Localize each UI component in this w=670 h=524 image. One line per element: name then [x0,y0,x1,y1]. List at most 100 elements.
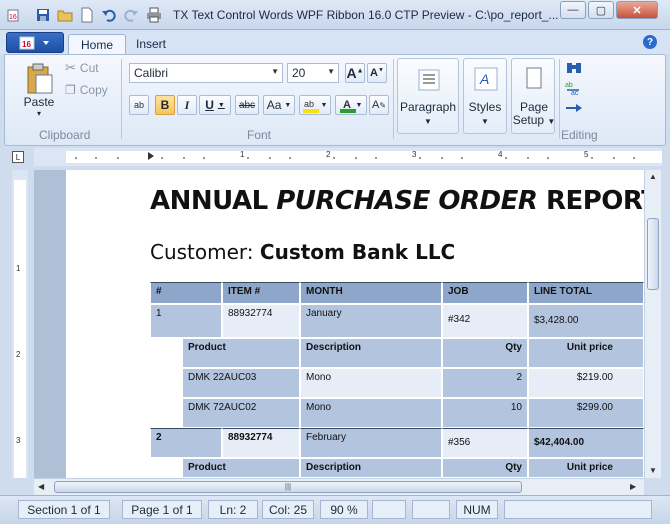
svg-text:ac: ac [571,90,579,96]
paste-button[interactable]: Paste ▾ [19,59,59,121]
chevron-down-icon: ▼ [271,67,279,76]
ruler-number: 1 [240,150,245,159]
bold-button[interactable]: B [155,95,175,115]
chevron-down-icon: ▼ [284,101,292,109]
status-section: Section 1 of 1 [18,500,110,519]
underline-button[interactable]: U ▼ [199,95,231,115]
page-setup-icon [526,67,542,89]
paste-label: Paste [23,94,55,109]
paragraph-button[interactable]: Paragraph ▼ [397,58,459,134]
shrink-font-icon: A▼ [370,67,384,79]
status-line: Ln: 2 [208,500,258,519]
strikethrough-button[interactable]: abc [235,95,259,115]
application-menu-button[interactable]: 16 [6,32,64,53]
ruler-number: 3 [412,150,417,159]
tab-home[interactable]: Home [68,34,127,54]
font-group-label: Font [247,128,272,142]
ruler-number: 3 [16,436,21,445]
group-separator [121,59,122,139]
clear-formatting-button[interactable]: A✎ [369,95,389,115]
line-description: Mono [300,368,442,398]
tab-insert[interactable]: Insert [124,34,178,54]
underline-label: U [205,98,214,112]
scroll-up-icon[interactable]: ▲ [649,172,657,181]
status-empty-2 [412,500,450,519]
status-zoom[interactable]: 90 % [320,500,368,519]
order-num: 2 [150,428,222,458]
order-month: February [300,428,442,458]
ruler-tab-selector[interactable]: L [12,151,24,163]
font-family-combo[interactable]: Calibri ▼ [129,63,283,83]
vertical-scrollbar[interactable]: ▲ ▼ [644,170,661,478]
horizontal-ruler[interactable]: 1 2 3 4 5 [34,148,662,166]
order-month: January [300,304,442,338]
spell-check-icon: ab [133,100,144,110]
italic-button[interactable]: I [177,95,197,115]
open-folder-icon[interactable] [56,6,74,24]
vertical-scroll-thumb[interactable] [647,218,659,290]
chevron-down-icon: ▼ [355,101,363,109]
left-indent-marker [148,152,154,160]
order-item: 88932774 [222,304,300,338]
sub-header-description: Description [300,458,442,478]
redo-icon[interactable] [122,6,140,24]
line-product: DMK 22AUC03 [182,368,300,398]
svg-text:16: 16 [9,14,17,21]
grow-font-button[interactable]: A▲ [345,63,365,83]
maximize-button[interactable]: ▢ [588,1,614,19]
line-description: Mono [300,398,442,428]
font-color-button[interactable]: A ▼ [335,95,367,115]
horizontal-scroll-thumb[interactable]: ||| [54,481,522,493]
spell-check-button[interactable]: ab [129,95,149,115]
font-size-combo[interactable]: 20 ▼ [287,63,339,83]
sub-header-qty: Qty [442,338,528,368]
minimize-button[interactable]: — [560,1,586,19]
report-title: ANNUAL PURCHASE ORDER REPORT [150,186,644,216]
change-case-button[interactable]: Aa ▼ [263,95,295,115]
cut-label: Cut [79,61,99,75]
status-empty-3 [504,500,652,519]
svg-text:ab: ab [304,99,314,109]
chevron-down-icon: ▼ [217,101,225,109]
shrink-font-button[interactable]: A▼ [367,63,387,83]
scroll-left-icon[interactable]: ◀ [38,482,44,491]
paragraph-label: Paragraph [399,100,457,114]
document-page[interactable]: ANNUAL PURCHASE ORDER REPORT Customer: C… [66,170,644,478]
new-document-icon[interactable] [78,6,96,24]
scroll-right-icon[interactable]: ▶ [630,482,636,491]
go-to-arrow-icon[interactable] [563,99,585,117]
close-button[interactable]: ✕ [616,1,658,19]
cut-button[interactable]: ✂ Cut [65,59,99,77]
sub-header-unit-price: Unit price [528,458,644,478]
replace-icon[interactable]: ab ac [563,79,585,97]
styles-button[interactable]: A Styles ▼ [463,58,507,134]
font-family-value: Calibri [134,66,169,80]
print-icon[interactable] [145,6,163,24]
highlighter-icon: ab [302,99,319,113]
undo-icon[interactable] [100,6,118,24]
group-separator [393,59,394,139]
line-product: DMK 72AUC02 [182,398,300,428]
ruler-number: 4 [498,150,503,159]
svg-text:A: A [479,71,489,87]
help-icon[interactable]: ? [643,35,657,49]
find-icon[interactable] [563,59,585,77]
document-area[interactable]: ANNUAL PURCHASE ORDER REPORT Customer: C… [34,170,644,478]
grow-font-icon: A▲ [346,65,364,81]
horizontal-scrollbar[interactable]: ◀ ||| ▶ [34,478,644,495]
table-header-item: ITEM # [222,282,300,304]
font-size-value: 20 [292,66,306,80]
page-setup-button[interactable]: Page Setup ▼ [511,58,555,134]
scroll-down-icon[interactable]: ▼ [649,466,657,475]
sub-header-product: Product [182,458,300,478]
save-icon[interactable] [34,6,52,24]
copy-button[interactable]: ❐ Copy [65,81,108,99]
order-total: $3,428.00 [528,304,644,338]
order-item: 88932774 [222,428,300,458]
vertical-ruler[interactable]: 1 2 3 [12,170,28,478]
highlight-button[interactable]: ab ▼ [299,95,331,115]
chevron-down-icon: ▼ [481,117,489,126]
line-unit-price: $219.00 [528,368,644,398]
order-job: #342 [442,304,528,338]
copy-label: Copy [79,83,108,97]
